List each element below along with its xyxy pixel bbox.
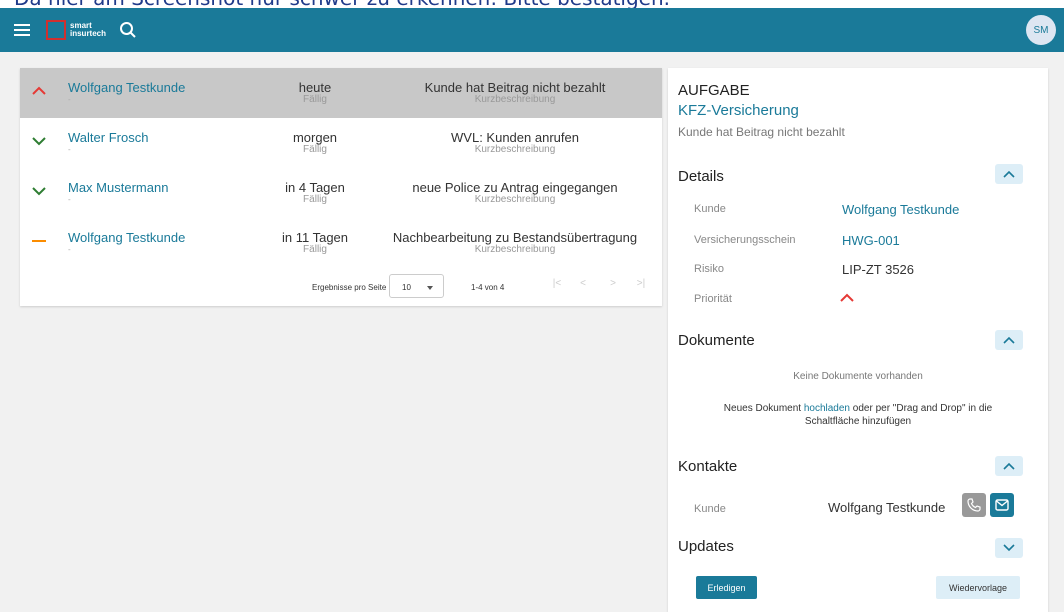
detail-kind: AUFGABE — [678, 82, 750, 99]
task-customer[interactable]: Max Mustermann — [68, 180, 168, 195]
contact-name: Wolfgang Testkunde — [828, 500, 946, 515]
contacts-collapse-button[interactable] — [995, 456, 1023, 476]
clipped-text: Da hier am Screenshot nur schwer zu erke… — [14, 0, 670, 8]
task-list: Wolfgang Testkunde - heute Fällig Kunde hat … — [20, 68, 662, 306]
task-description: WVL: Kunden anrufen — [451, 130, 579, 145]
task-description-label: Kurzbeschreibung — [474, 194, 556, 205]
task-description: neue Police zu Antrag eingegangen — [412, 180, 618, 195]
logo[interactable]: smart insurtech — [46, 20, 106, 40]
task-customer-sub: - — [68, 145, 71, 154]
upload-link[interactable]: hochladen — [804, 403, 850, 414]
detail-value-policy[interactable]: HWG-001 — [842, 233, 900, 248]
details-heading: Details — [678, 168, 724, 185]
page-range: 1-4 von 4 — [471, 283, 505, 292]
task-description: Kunde hat Beitrag nicht bezahlt — [424, 80, 606, 95]
contact-label: Kunde — [694, 503, 726, 515]
task-detail-panel: AUFGABE KFZ-Versicherung Kunde hat Beitr… — [668, 68, 1048, 612]
priority-high-icon — [840, 293, 854, 302]
upload-hint: Neues Dokument hochladen oder per "Drag … — [723, 403, 993, 427]
task-customer-sub: - — [68, 245, 71, 254]
clipped-header-text: Da hier am Screenshot nur schwer zu erke… — [0, 0, 1064, 8]
logo-text: smart insurtech — [70, 21, 107, 38]
no-documents-text: Keine Dokumente vorhanden — [793, 371, 923, 382]
task-due: in 4 Tagen — [285, 180, 345, 195]
task-due: heute — [298, 80, 332, 95]
complete-button[interactable]: Erledigen — [696, 576, 757, 599]
task-row[interactable]: Wolfgang Testkunde - heute Fällig Kunde hat … — [20, 68, 662, 118]
detail-subtitle: Kunde hat Beitrag nicht bezahlt — [678, 125, 845, 139]
call-button[interactable] — [962, 493, 986, 517]
task-due-label: Fällig — [303, 194, 327, 205]
prev-page-button[interactable]: < — [574, 278, 592, 294]
chevron-up-icon — [1003, 336, 1015, 344]
per-page-label: Ergebnisse pro Seite — [312, 283, 387, 292]
task-customer[interactable]: Wolfgang Testkunde — [68, 230, 185, 245]
search-button[interactable] — [114, 16, 142, 44]
detail-label-customer: Kunde — [694, 203, 726, 215]
detail-value-customer[interactable]: Wolfgang Testkunde — [842, 202, 959, 217]
detail-label-policy: Versicherungsschein — [694, 234, 796, 246]
priority-high-icon — [30, 82, 48, 100]
email-button[interactable] — [990, 493, 1014, 517]
per-page-select[interactable]: 10 — [389, 274, 444, 298]
resubmission-button[interactable]: Wiedervorlage — [936, 576, 1020, 599]
logo-square-icon — [46, 20, 66, 40]
task-row[interactable]: Max Mustermann - in 4 Tagen Fällig neue Poli… — [20, 168, 662, 218]
search-icon — [120, 22, 136, 38]
task-customer-sub: - — [68, 95, 71, 104]
app-bar: smart insurtech SM — [0, 8, 1064, 52]
updates-expand-button[interactable] — [995, 538, 1023, 558]
mail-icon — [995, 499, 1009, 511]
details-collapse-button[interactable] — [995, 164, 1023, 184]
task-due-label: Fällig — [303, 144, 327, 155]
per-page-value: 10 — [402, 283, 411, 292]
task-due: in 11 Tagen — [281, 230, 349, 245]
menu-button[interactable] — [0, 8, 44, 52]
task-due: morgen — [292, 130, 338, 145]
detail-label-risk: Risiko — [694, 263, 724, 275]
user-avatar[interactable]: SM — [1026, 15, 1056, 45]
priority-low-icon — [30, 182, 48, 200]
task-customer-sub: - — [68, 195, 71, 204]
next-page-button[interactable]: > — [604, 278, 622, 294]
detail-label-priority: Priorität — [694, 293, 732, 305]
last-page-button[interactable]: >| — [632, 278, 650, 294]
updates-heading: Updates — [678, 538, 734, 555]
contacts-heading: Kontakte — [678, 458, 738, 475]
detail-value-risk: LIP-ZT 3526 — [842, 262, 915, 277]
pagination: Ergebnisse pro Seite 10 1-4 von 4 |< < >… — [20, 274, 662, 298]
priority-low-icon — [30, 132, 48, 150]
phone-icon — [967, 498, 981, 512]
task-description-label: Kurzbeschreibung — [474, 144, 556, 155]
dropdown-arrow-icon — [427, 286, 433, 290]
task-row[interactable]: Walter Frosch - morgen Fällig WVL: Kunden an… — [20, 118, 662, 168]
task-row[interactable]: Wolfgang Testkunde - in 11 Tagen Fällig Nach… — [20, 218, 662, 268]
documents-heading: Dokumente — [678, 332, 755, 349]
task-due-label: Fällig — [303, 244, 327, 255]
task-description-label: Kurzbeschreibung — [474, 94, 556, 105]
task-rows: Wolfgang Testkunde - heute Fällig Kunde hat … — [20, 68, 662, 268]
task-due-label: Fällig — [303, 94, 327, 105]
task-customer[interactable]: Walter Frosch — [68, 130, 148, 145]
chevron-up-icon — [1003, 462, 1015, 470]
task-customer[interactable]: Wolfgang Testkunde — [68, 80, 185, 95]
documents-collapse-button[interactable] — [995, 330, 1023, 350]
detail-title[interactable]: KFZ-Versicherung — [678, 102, 799, 119]
task-description-label: Kurzbeschreibung — [474, 244, 556, 255]
menu-icon — [14, 24, 30, 36]
task-description: Nachbearbeitung zu Bestandsübertragung — [392, 230, 638, 245]
chevron-down-icon — [1003, 544, 1015, 552]
priority-medium-icon — [30, 232, 48, 250]
first-page-button[interactable]: |< — [548, 278, 566, 294]
chevron-up-icon — [1003, 170, 1015, 178]
